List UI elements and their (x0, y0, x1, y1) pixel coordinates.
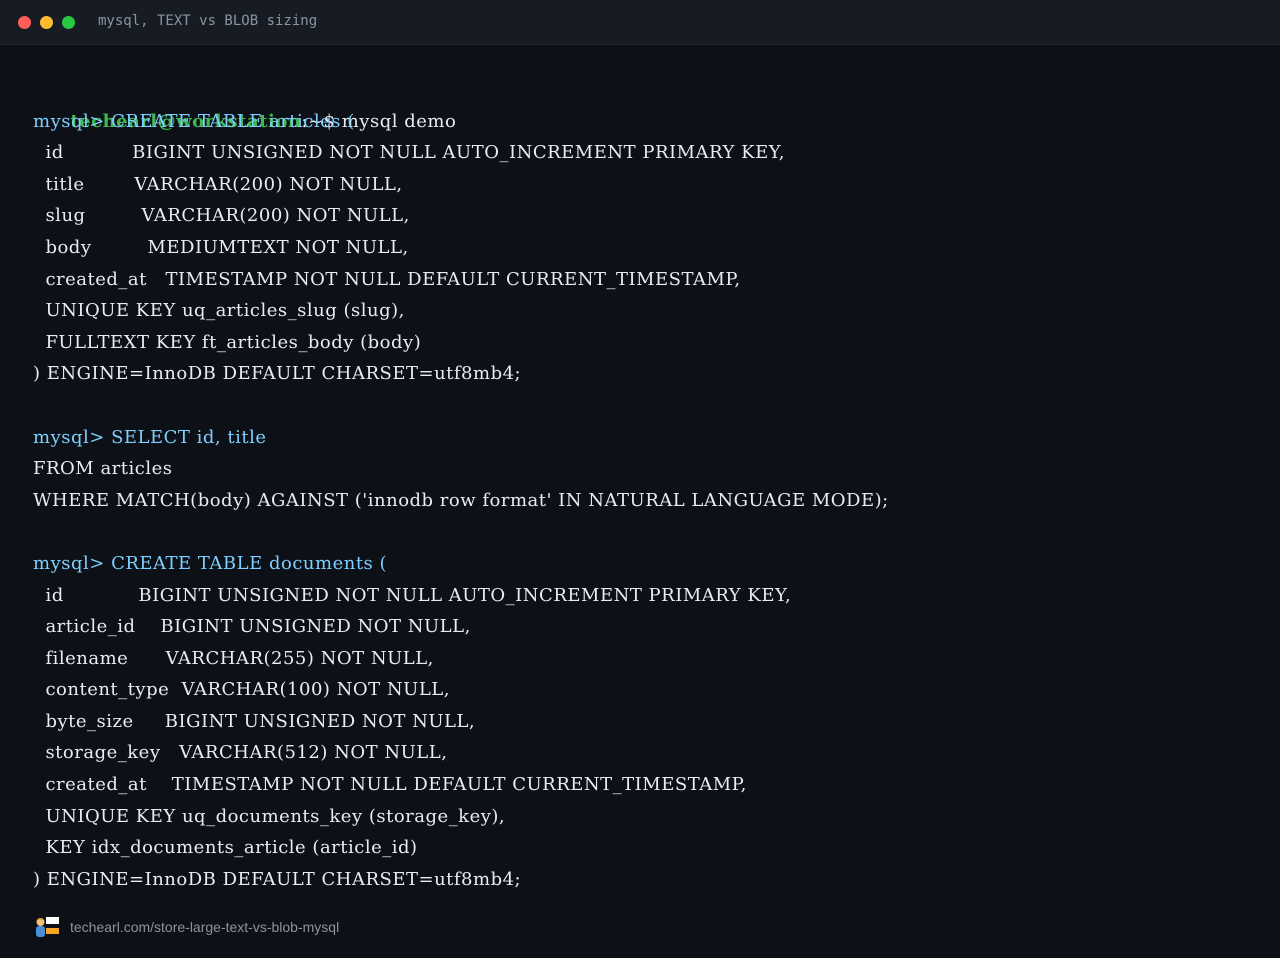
title-bar: mysql, TEXT vs BLOB sizing (0, 0, 1280, 45)
sql-line: FROM articles (33, 458, 173, 480)
sql-line: filename VARCHAR(255) NOT NULL, (33, 647, 434, 669)
mysql-prompt: mysql> (33, 552, 112, 574)
mysql-prompt-line: mysql> CREATE TABLE documents ( (33, 548, 1253, 580)
techearl-logo-icon (36, 917, 59, 937)
sql-line: byte_size BIGINT UNSIGNED NOT NULL, (33, 710, 476, 732)
sql-line: FULLTEXT KEY ft_articles_body (body) (33, 331, 422, 353)
mysql-prompt-line: mysql> CREATE TABLE articles ( (33, 106, 1253, 138)
sql-line: article_id BIGINT UNSIGNED NOT NULL, (33, 616, 471, 638)
window-title: mysql, TEXT vs BLOB sizing (98, 13, 318, 29)
close-window-button[interactable] (18, 16, 31, 29)
sql-line: title VARCHAR(200) NOT NULL, (33, 173, 403, 195)
sql-line: created_at TIMESTAMP NOT NULL DEFAULT CU… (33, 268, 741, 290)
sql-statement-start: CREATE TABLE documents ( (111, 552, 388, 574)
terminal-output[interactable]: techearl@workstation:~$ mysql demo mysql… (33, 74, 1253, 895)
sql-line: created_at TIMESTAMP NOT NULL DEFAULT CU… (33, 774, 747, 796)
footer-url[interactable]: techearl.com/store-large-text-vs-blob-my… (70, 919, 339, 935)
mysql-prompt: mysql> (33, 110, 112, 132)
footer: techearl.com/store-large-text-vs-blob-my… (34, 914, 339, 940)
mysql-prompt: mysql> (33, 426, 112, 448)
minimize-window-button[interactable] (40, 16, 53, 29)
sql-line: WHERE MATCH(body) AGAINST ('innodb row f… (33, 489, 889, 511)
sql-line: body MEDIUMTEXT NOT NULL, (33, 236, 409, 258)
shell-prompt-line: techearl@workstation:~$ mysql demo (33, 74, 1253, 132)
sql-line: slug VARCHAR(200) NOT NULL, (33, 205, 410, 227)
sql-line: UNIQUE KEY uq_articles_slug (slug), (33, 300, 405, 322)
sql-line: content_type VARCHAR(100) NOT NULL, (33, 679, 450, 701)
sql-line: id BIGINT UNSIGNED NOT NULL AUTO_INCREME… (33, 584, 792, 606)
sql-statement-start: CREATE TABLE articles ( (111, 110, 355, 132)
sql-line: UNIQUE KEY uq_documents_key (storage_key… (33, 805, 506, 827)
mysql-prompt-line: mysql> SELECT id, title (33, 422, 1253, 454)
terminal-window: mysql, TEXT vs BLOB sizing techearl@work… (0, 0, 1280, 958)
sql-line: ) ENGINE=InnoDB DEFAULT CHARSET=utf8mb4; (33, 363, 522, 385)
shell-command: mysql demo (341, 110, 457, 132)
sql-line: storage_key VARCHAR(512) NOT NULL, (33, 742, 448, 764)
sql-line: id BIGINT UNSIGNED NOT NULL AUTO_INCREME… (33, 142, 786, 164)
sql-line: ) ENGINE=InnoDB DEFAULT CHARSET=utf8mb4; (33, 868, 522, 890)
maximize-window-button[interactable] (62, 16, 75, 29)
sql-statement-start: SELECT id, title (111, 426, 267, 448)
sql-line: KEY idx_documents_article (article_id) (33, 837, 418, 859)
